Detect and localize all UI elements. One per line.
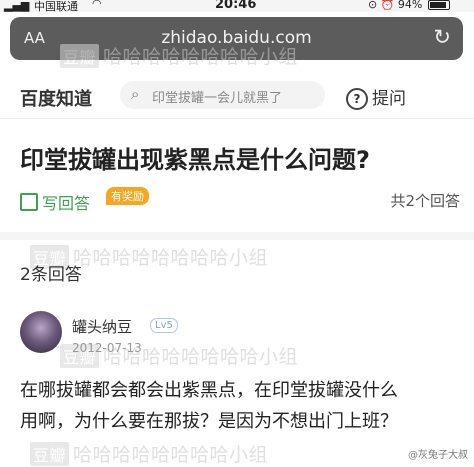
watermark-text: 哈哈哈哈哈哈哈哈小组 (73, 247, 269, 269)
search-box[interactable]: ⌕ 印堂拔罐一会儿就黑了 (120, 81, 325, 109)
battery-icon (427, 0, 450, 10)
site-logo[interactable]: 百度知道 (20, 85, 92, 111)
battery-percent: 94% (397, 0, 423, 11)
user-level-badge: Lv5 (150, 318, 178, 333)
browser-url-bar[interactable]: AA zhidao.baidu.com ↻ (10, 17, 463, 60)
answers-header: 2条回答 (20, 265, 82, 285)
watermark-text: 哈哈哈哈哈哈哈哈小组 (73, 444, 269, 466)
answer-line: 在哪拔罐都会都会出紫黑点，在印堂拔罐没什么 (20, 380, 398, 401)
search-placeholder: 印堂拔罐一会儿就黑了 (152, 91, 283, 106)
signal-icon: ▂▄▆ (4, 0, 30, 12)
reward-badge: 有奖励 (106, 187, 149, 205)
alarm-icon: ⏰ (380, 0, 395, 11)
ask-label: 提问 (372, 89, 406, 109)
ask-button[interactable]: ? 提问 (346, 84, 406, 110)
site-header: 百度知道 ⌕ 印堂拔罐一会儿就黑了 ? 提问 (0, 72, 474, 119)
carrier-name: 中国联通 (34, 0, 78, 13)
answer-body: 在哪拔罐都会都会出紫黑点，在印堂拔罐没什么 用啊，为什么要在那拔？是因为不想出门… (20, 375, 460, 437)
wifi-icon: ◠ (92, 0, 102, 10)
watermark-badge: 豆瓣 (30, 442, 70, 466)
lock-rotation-icon: ⊙ (368, 0, 378, 11)
answer-line: 用啊，为什么要在那拔？是因为不想出门上班？ (20, 411, 398, 432)
url-text[interactable]: zhidao.baidu.com (10, 28, 463, 48)
question-actions: 写回答 有奖励 共2个回答 (20, 187, 460, 216)
status-right: ⊙ ⏰ 94% (368, 0, 450, 11)
write-answer-button[interactable]: 写回答 (20, 190, 90, 214)
answer-date: 2012-07-13 (72, 341, 142, 355)
answer-count: 共2个回答 (390, 192, 460, 210)
watermark: 豆瓣 哈哈哈哈哈哈哈哈小组 (30, 440, 268, 467)
status-bar: ▂▄▆ 中国联通 ◠ 20:46 ⊙ ⏰ 94% (0, 0, 474, 13)
edit-icon (20, 193, 38, 211)
write-answer-label: 写回答 (42, 194, 91, 213)
answer-username[interactable]: 罐头纳豆 (72, 316, 132, 337)
reload-icon[interactable]: ↻ (433, 25, 451, 49)
question-icon: ? (346, 88, 368, 110)
credit-watermark: @灰兔子大叔 (408, 450, 468, 461)
question-title: 印堂拔罐出现紫黑点是什么问题? (20, 146, 370, 174)
section-divider (0, 232, 474, 240)
avatar[interactable] (20, 311, 62, 353)
search-icon: ⌕ (131, 85, 140, 103)
status-time: 20:46 (215, 0, 257, 12)
